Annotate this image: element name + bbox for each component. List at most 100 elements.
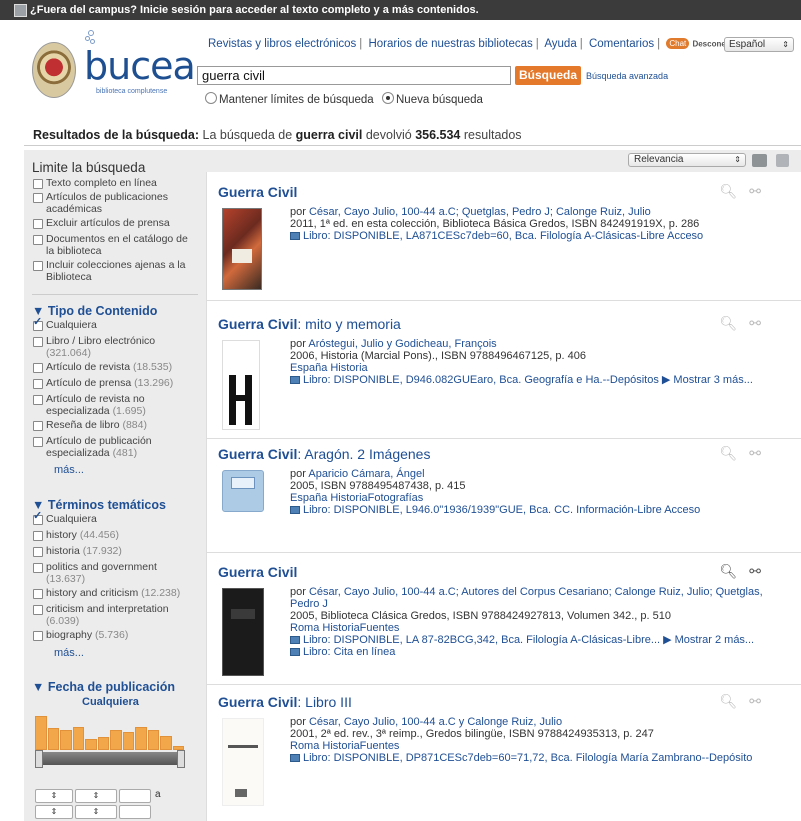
date-to-month-select[interactable]: ⇕ [35, 805, 73, 819]
holdings-link[interactable]: Libro: DISPONIBLE, DP871CESc7deb=60=71,7… [290, 752, 790, 764]
content-type-any-checkbox[interactable]: Cualquiera [33, 317, 196, 332]
subjects-heading[interactable]: ▼ Términos temáticos [32, 498, 166, 512]
result-subjects[interactable]: España HistoriaFotografías [290, 492, 790, 504]
sort-select[interactable]: Relevancia ⇕ [628, 153, 746, 167]
subject-checkbox[interactable]: politics and government (13.637) [33, 561, 196, 585]
rss-icon[interactable] [776, 154, 789, 167]
search-button[interactable]: Búsqueda [515, 66, 581, 85]
result-subjects[interactable]: Roma HistoriaFuentes [290, 740, 790, 752]
show-more-link[interactable]: ▶ Mostrar 2 más... [663, 634, 754, 646]
content-type-trade-checkbox[interactable]: Artículo de publicación especializada (4… [33, 435, 196, 459]
book-cover[interactable] [222, 718, 264, 806]
subjects-any-checkbox[interactable]: Cualquiera [33, 511, 196, 526]
hours-link[interactable]: Horarios de nuestras bibliotecas [368, 38, 532, 50]
date-heading[interactable]: ▼ Fecha de publicación [32, 680, 175, 694]
histogram-bar[interactable] [147, 730, 159, 750]
bucea-logo[interactable]: bucea biblioteca complutense [32, 30, 196, 100]
subject-checkbox[interactable]: history and criticism (12.238) [33, 587, 196, 600]
show-more-link[interactable]: ▶ Mostrar 3 más... [662, 374, 753, 386]
histogram-bar[interactable] [72, 727, 84, 750]
preview-icons[interactable]: 🔍︎⚯ [719, 445, 773, 462]
histogram-bar[interactable] [47, 728, 59, 750]
result-authors[interactable]: Aparicio Cámara, Ángel [308, 468, 424, 480]
limit-exclude-press-checkbox[interactable]: Excluir artículos de prensa [33, 217, 196, 230]
book-cover[interactable] [222, 588, 264, 676]
histogram-bar[interactable] [60, 730, 72, 750]
histogram-bar[interactable] [110, 730, 122, 750]
content-type-magazine-checkbox[interactable]: Artículo de revista no especializada (1.… [33, 393, 196, 417]
content-type-heading[interactable]: ▼ Tipo de Contenido [32, 304, 157, 318]
limit-catalog-checkbox[interactable]: Documentos en el catálogo de la bibliote… [33, 233, 196, 257]
limit-external-checkbox[interactable]: Incluir colecciones ajenas a la Bibliote… [33, 259, 196, 283]
subjects-more-link[interactable]: más... [54, 647, 84, 659]
content-type-press-checkbox[interactable]: Artículo de prensa (13.296) [33, 377, 196, 390]
result-title[interactable]: Guerra Civil: Aragón. 2 Imágenes [218, 446, 430, 462]
result-title[interactable]: Guerra Civil [218, 184, 297, 200]
result-subjects[interactable]: España Historia [290, 362, 790, 374]
new-search-radio[interactable]: Nueva búsqueda [382, 92, 483, 106]
result-item: Guerra Civil: Libro III 🔍︎⚯ por César, C… [206, 688, 801, 818]
result-authors[interactable]: César, Cayo Julio, 100-44 a.C; Autores d… [290, 586, 763, 610]
help-link[interactable]: Ayuda [544, 38, 576, 50]
limit-fulltext-checkbox[interactable]: Texto completo en línea [33, 177, 196, 190]
book-placeholder-icon[interactable] [222, 470, 264, 512]
advanced-search-link[interactable]: Búsqueda avanzada [586, 71, 668, 81]
magnify-icon: 🔍︎ [719, 315, 750, 331]
result-title[interactable]: Guerra Civil: Libro III [218, 694, 352, 710]
limit-academic-checkbox[interactable]: Artículos de publicaciones académicas [33, 191, 196, 215]
subject-checkbox[interactable]: historia (17.932) [33, 545, 196, 558]
date-to-year-select[interactable]: ⇕ [75, 805, 117, 819]
online-citation-link[interactable]: Libro: Cita en línea [290, 646, 790, 658]
date-slider[interactable] [35, 750, 185, 768]
facet-label: Artículo de prensa [46, 377, 132, 389]
result-title[interactable]: Guerra Civil [218, 564, 297, 580]
content-type-review-checkbox[interactable]: Reseña de libro (884) [33, 419, 196, 432]
content-type-journal-checkbox[interactable]: Artículo de revista (18.535) [33, 361, 196, 374]
histogram-bar[interactable] [122, 732, 134, 750]
date-from-month-select[interactable]: ⇕ [35, 789, 73, 803]
book-cover[interactable] [222, 340, 260, 430]
histogram-bar[interactable] [35, 716, 47, 750]
histogram-bar[interactable] [97, 737, 109, 750]
book-cover[interactable] [222, 208, 262, 290]
slider-handle-right[interactable] [177, 750, 185, 768]
content-type-more-link[interactable]: más... [54, 464, 84, 476]
preview-icons[interactable]: 🔍︎⚯ [719, 315, 773, 332]
holdings-link[interactable]: Libro: DISPONIBLE, LA 87-82BCG,342, Bca.… [290, 634, 660, 646]
search-input[interactable] [197, 66, 511, 85]
result-authors[interactable]: César, Cayo Julio, 100-44 a.C; Quetglas,… [309, 206, 651, 218]
checkbox-icon [33, 337, 43, 347]
result-subjects[interactable]: Roma HistoriaFuentes [290, 622, 790, 634]
checkbox-icon [33, 379, 43, 389]
date-histogram[interactable] [35, 714, 185, 750]
print-icon[interactable] [752, 154, 767, 167]
language-select[interactable]: Español ⇕ [724, 37, 794, 52]
date-to-input[interactable] [119, 805, 151, 819]
subject-checkbox[interactable]: criticism and interpretation (6.039) [33, 603, 196, 627]
comments-link[interactable]: Comentarios [589, 38, 654, 50]
content-type-book-checkbox[interactable]: Libro / Libro electrónico (321.064) [33, 335, 196, 359]
edit-icon [14, 4, 27, 17]
date-from-input[interactable] [119, 789, 151, 803]
result-authors[interactable]: César, Cayo Julio, 100-44 a.C y Calonge … [309, 716, 562, 728]
holdings-link[interactable]: Libro: DISPONIBLE, LA871CESc7deb=60, Bca… [290, 230, 790, 242]
ejournals-link[interactable]: Revistas y libros electrónicos [208, 38, 356, 50]
histogram-bar[interactable] [85, 739, 97, 750]
keep-limits-radio[interactable]: Mantener límites de búsqueda [205, 92, 374, 106]
holdings-link[interactable]: Libro: DISPONIBLE, L946.0"1936/1939"GUE,… [290, 504, 790, 516]
preview-icons[interactable]: 🔍︎⚯ [719, 563, 773, 580]
holdings-link[interactable]: Libro: DISPONIBLE, D946.082GUEaro, Bca. … [290, 374, 659, 386]
result-authors[interactable]: Aróstegui, Julio y Godicheau, François [308, 338, 496, 350]
offcampus-login-link[interactable]: ¿Fuera del campus? Inicie sesión para ac… [30, 4, 479, 16]
result-details: por César, Cayo Julio, 100-44 a.C; Quetg… [290, 206, 790, 242]
chat-button[interactable]: Chat [666, 38, 690, 50]
subject-checkbox[interactable]: biography (5.736) [33, 629, 196, 642]
preview-icons[interactable]: 🔍︎⚯ [719, 183, 773, 200]
histogram-bar[interactable] [135, 727, 147, 750]
date-from-year-select[interactable]: ⇕ [75, 789, 117, 803]
slider-handle-left[interactable] [35, 750, 43, 768]
preview-icons[interactable]: 🔍︎⚯ [719, 693, 773, 710]
histogram-bar[interactable] [160, 736, 172, 750]
result-title[interactable]: Guerra Civil: mito y memoria [218, 316, 401, 332]
subject-checkbox[interactable]: history (44.456) [33, 529, 196, 542]
